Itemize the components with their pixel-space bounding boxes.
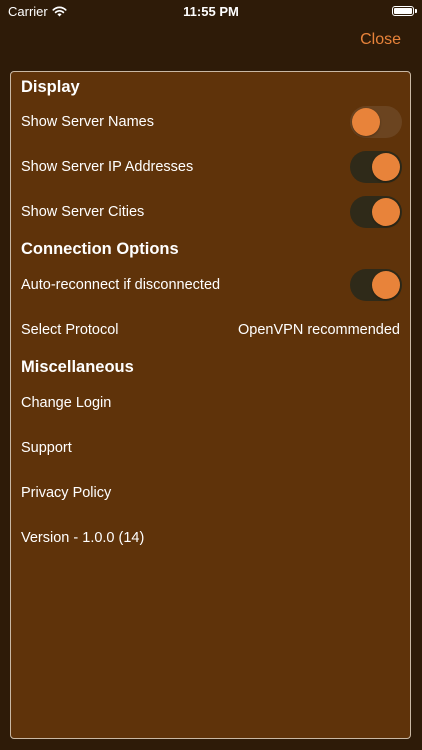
settings-panel: Display Show Server Names Show Server IP… [10, 71, 411, 739]
version-label: Version - 1.0.0 (14) [21, 530, 145, 546]
show-server-ip-toggle[interactable] [350, 151, 402, 183]
section-title-connection: Connection Options [21, 240, 179, 258]
setting-label: Show Server IP Addresses [21, 159, 194, 175]
show-server-cities-toggle[interactable] [350, 196, 402, 228]
change-login-label: Change Login [21, 395, 112, 411]
support-label: Support [21, 440, 72, 456]
setting-show-server-names: Show Server Names [11, 104, 410, 140]
toggle-knob [372, 271, 400, 299]
privacy-policy-row[interactable]: Privacy Policy [11, 475, 410, 511]
setting-label: Show Server Names [21, 114, 154, 130]
setting-show-server-ip: Show Server IP Addresses [11, 149, 410, 185]
privacy-policy-label: Privacy Policy [21, 485, 112, 501]
toggle-knob [372, 153, 400, 181]
toggle-knob [372, 198, 400, 226]
show-server-names-toggle[interactable] [350, 106, 402, 138]
setting-label: Show Server Cities [21, 204, 145, 220]
version-row: Version - 1.0.0 (14) [11, 520, 410, 556]
change-login-row[interactable]: Change Login [11, 385, 410, 421]
setting-auto-reconnect: Auto-reconnect if disconnected [11, 267, 410, 303]
section-title-misc: Miscellaneous [21, 358, 134, 376]
battery-icon [392, 6, 417, 16]
status-bar: Carrier 11:55 PM [0, 0, 422, 24]
setting-label: Auto-reconnect if disconnected [21, 277, 221, 293]
section-title-display: Display [21, 78, 80, 96]
setting-label: Select Protocol [21, 322, 119, 338]
support-row[interactable]: Support [11, 430, 410, 466]
protocol-value: OpenVPN recommended [238, 322, 400, 338]
select-protocol-row[interactable]: Select Protocol OpenVPN recommended [11, 312, 410, 348]
setting-show-server-cities: Show Server Cities [11, 194, 410, 230]
status-time: 11:55 PM [183, 4, 239, 19]
close-button[interactable]: Close [360, 31, 401, 49]
auto-reconnect-toggle[interactable] [350, 269, 402, 301]
toggle-knob [352, 108, 380, 136]
